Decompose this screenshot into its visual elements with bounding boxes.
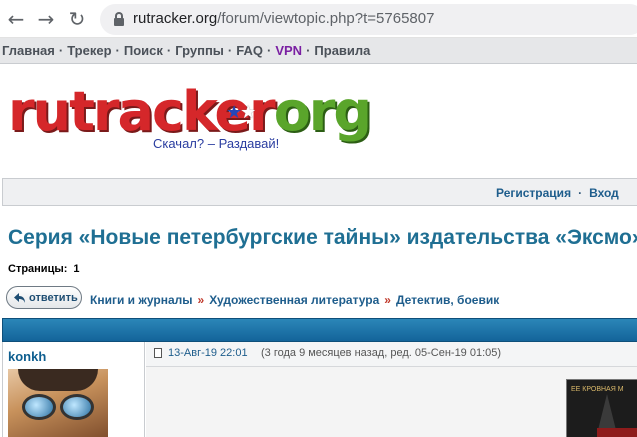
topic-title[interactable]: Серия «Новые петербургские тайны» издате… bbox=[8, 226, 637, 250]
post-table-header bbox=[2, 318, 637, 342]
page-number: 1 bbox=[73, 263, 80, 275]
nav-faq[interactable]: FAQ bbox=[236, 43, 263, 58]
nav-separator: · bbox=[115, 43, 120, 58]
reply-icon bbox=[14, 293, 25, 303]
nav-rules[interactable]: Правила bbox=[314, 43, 370, 58]
browser-toolbar: ← → ↻ rutracker.org/forum/viewtopic.php?… bbox=[0, 0, 637, 38]
post-meta-bar: 13-Авг-19 22:01 (3 года 9 месяцев назад,… bbox=[146, 342, 637, 367]
book-cover-image: ЕЕ КРОВНАЯ М bbox=[566, 379, 637, 437]
breadcrumb: Книги и журналы » Художественная литератур… bbox=[90, 293, 499, 307]
auth-separator: · bbox=[578, 186, 583, 200]
pagination: Страницы: 1 bbox=[8, 263, 80, 275]
nav-separator: · bbox=[266, 43, 272, 58]
nav-separator: · bbox=[166, 43, 172, 58]
nav-separator: · bbox=[58, 43, 64, 58]
address-bar[interactable]: rutracker.org/forum/viewtopic.php?t=5765… bbox=[100, 4, 637, 35]
nav-tracker[interactable]: Трекер bbox=[67, 43, 111, 58]
logo-wordmark: rutrackerorg bbox=[8, 84, 372, 140]
avatar bbox=[8, 369, 108, 437]
nav-separator: · bbox=[306, 43, 311, 58]
login-link[interactable]: Вход bbox=[589, 186, 619, 200]
post-row: konkh 13-Авг-19 22:01 (3 года 9 месяцев … bbox=[2, 342, 637, 437]
pages-label: Страницы: bbox=[8, 263, 68, 275]
post-date-link[interactable]: 13-Авг-19 22:01 bbox=[168, 347, 248, 359]
breadcrumb-item[interactable]: Книги и журналы bbox=[90, 293, 193, 307]
reply-button-label: ответить bbox=[29, 292, 78, 304]
nav-search[interactable]: Поиск bbox=[124, 43, 163, 58]
breadcrumb-item[interactable]: Художественная литература bbox=[209, 293, 379, 307]
breadcrumb-separator: » bbox=[197, 293, 205, 307]
top-navigation: Главная · Трекер · Поиск · Группы · FAQ · VPN · Прав… bbox=[0, 38, 637, 64]
login-bar: Регистрация · Вход bbox=[2, 178, 637, 206]
breadcrumb-item[interactable]: Детектив, боевик bbox=[396, 293, 499, 307]
nav-home[interactable]: Главная bbox=[2, 43, 55, 58]
nav-vpn[interactable]: VPN bbox=[275, 43, 302, 58]
logo-slogan: Скачал? – Раздавай! bbox=[153, 136, 280, 151]
forward-arrow-icon[interactable]: → bbox=[35, 8, 57, 30]
book-cover-text: ЕЕ КРОВНАЯ М bbox=[571, 386, 624, 393]
post-document-icon bbox=[154, 348, 162, 358]
post-author-name[interactable]: konkh bbox=[8, 349, 46, 364]
reply-button[interactable]: ответить bbox=[6, 286, 82, 309]
logo-text-org: org bbox=[273, 80, 372, 143]
post-author-column: konkh bbox=[3, 342, 145, 437]
reload-icon[interactable]: ↻ bbox=[66, 8, 88, 30]
post-edit-info: (3 года 9 месяцев назад, ред. 05-Сен-19 … bbox=[261, 347, 502, 359]
lock-icon bbox=[114, 12, 124, 26]
auth-links: Регистрация · Вход bbox=[496, 186, 619, 200]
post-body-column: 13-Авг-19 22:01 (3 года 9 месяцев назад,… bbox=[146, 342, 637, 437]
back-arrow-icon[interactable]: ← bbox=[5, 8, 27, 30]
logo-stars-icon: ★★ bbox=[226, 102, 257, 123]
url-host: rutracker.org bbox=[133, 10, 218, 27]
register-link[interactable]: Регистрация bbox=[496, 186, 571, 200]
site-logo[interactable]: rutrackerorg ★★ Скачал? – Раздавай! bbox=[8, 84, 372, 156]
url-text: rutracker.org/forum/viewtopic.php?t=5765… bbox=[133, 10, 434, 27]
nav-groups[interactable]: Группы bbox=[175, 43, 224, 58]
url-path: /forum/viewtopic.php?t=5765807 bbox=[217, 10, 435, 27]
nav-separator: · bbox=[227, 43, 233, 58]
breadcrumb-separator: » bbox=[384, 293, 391, 307]
